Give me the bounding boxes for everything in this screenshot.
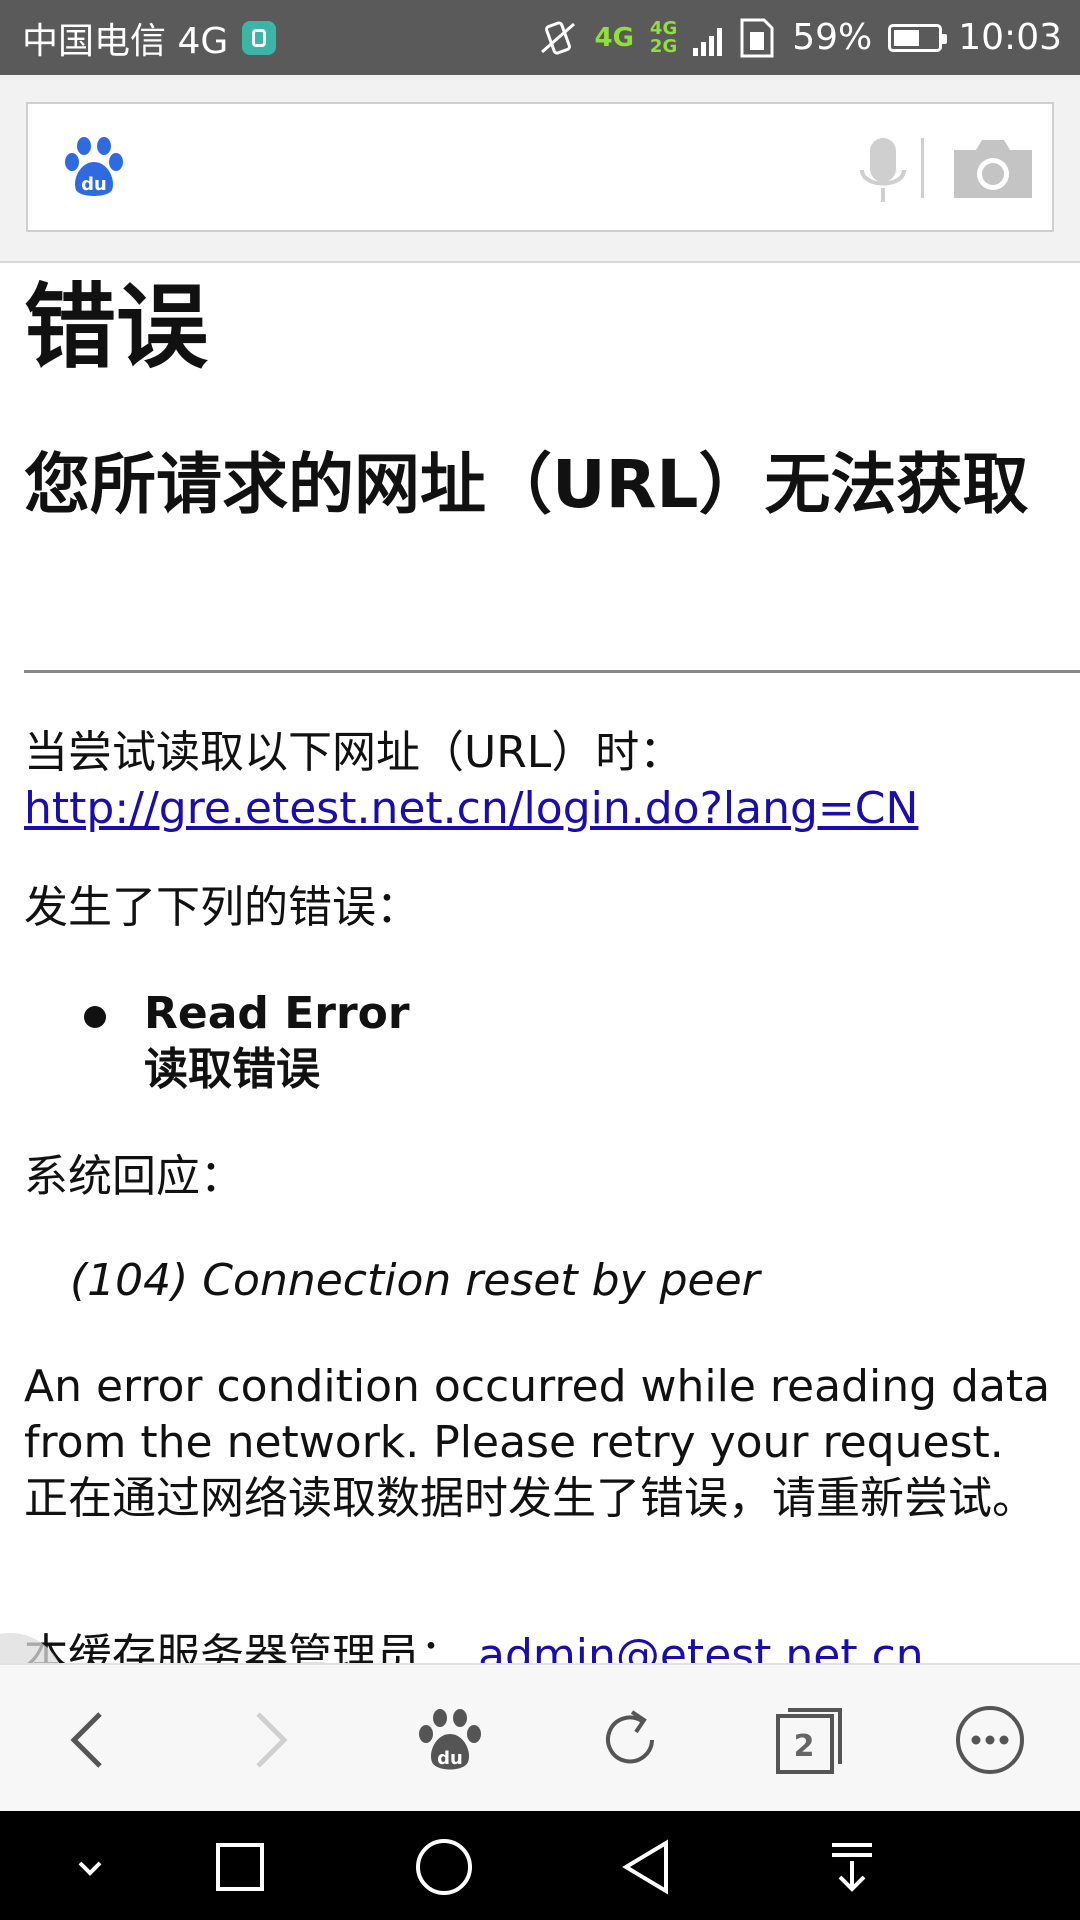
search-divider <box>921 138 924 198</box>
list-item: Read Error 读取错误 <box>144 986 410 1098</box>
network-small-bottom: 2G <box>649 35 678 57</box>
description-cn: 正在通过网络读取数据时发生了错误，请重新尝试。 <box>24 1473 1036 1524</box>
svg-text:du: du <box>81 174 107 195</box>
admin-label: 本缓存服务器管理员： <box>24 1630 464 1663</box>
error-name-cn: 读取错误 <box>144 1044 320 1095</box>
notification-pull-icon[interactable] <box>820 1835 884 1899</box>
error-description: An error condition occurred while readin… <box>24 1359 1064 1527</box>
requested-url-link[interactable]: http://gre.etest.net.cn/login.do?lang=CN <box>24 783 918 834</box>
svg-text:du: du <box>437 1748 463 1769</box>
description-en: An error condition occurred while readin… <box>24 1361 1051 1468</box>
error-intro: 发生了下列的错误： <box>24 882 420 933</box>
baidu-paw-icon[interactable]: du <box>58 132 130 204</box>
status-bar: 中国电信 4G 4G 4G 2G 59% 10:03 <box>0 0 1080 75</box>
page-content: 错误 您所请求的网址（URL）无法获取 当尝试读取以下网址（URL）时： htt… <box>0 263 1080 1663</box>
search-input[interactable]: du <box>26 102 1054 232</box>
baidu-paw-icon[interactable]: du <box>412 1702 488 1778</box>
chevron-down-icon[interactable] <box>58 1835 122 1899</box>
more-icon[interactable] <box>952 1702 1028 1778</box>
refresh-icon[interactable] <box>592 1702 668 1778</box>
signal-icon <box>693 20 723 56</box>
system-response-label: 系统回应： <box>24 1151 244 1202</box>
error-code: (104) Connection reset by peer <box>70 1255 760 1306</box>
network-secondary: 4G 2G <box>649 17 678 57</box>
tabs-button[interactable]: 2 <box>772 1702 848 1778</box>
recents-icon[interactable] <box>208 1835 272 1899</box>
error-name-en: Read Error <box>144 988 410 1039</box>
bullet-icon <box>84 1006 106 1028</box>
browser-toolbar: du 2 <box>0 1663 1080 1811</box>
network-small-top: 4G <box>649 17 678 39</box>
clock: 10:03 <box>958 17 1062 58</box>
back-triangle-icon[interactable] <box>616 1835 680 1899</box>
tabs-count: 2 <box>793 1728 815 1764</box>
notification-icon <box>242 20 277 55</box>
camera-icon[interactable] <box>950 136 1036 202</box>
chevron-left-icon[interactable] <box>52 1702 128 1778</box>
carrier-label: 中国电信 4G <box>22 20 229 62</box>
search-area: du <box>0 75 1080 263</box>
network-4g-label: 4G <box>594 22 634 53</box>
admin-line: 本缓存服务器管理员： admin@etest.net.cn <box>24 1628 1064 1663</box>
admin-email-link[interactable]: admin@etest.net.cn <box>478 1630 924 1663</box>
page-title: 错误 <box>24 274 209 381</box>
system-nav-bar <box>0 1811 1080 1920</box>
divider <box>24 670 1080 673</box>
page-subtitle: 您所请求的网址（URL）无法获取 <box>24 446 1029 523</box>
url-paragraph: 当尝试读取以下网址（URL）时： http://gre.etest.net.cn… <box>24 725 1064 837</box>
home-icon[interactable] <box>412 1835 476 1899</box>
sim-icon <box>740 18 774 57</box>
battery-icon <box>888 23 948 52</box>
battery-percent: 59% <box>792 17 873 58</box>
vibrate-icon <box>541 20 576 55</box>
chevron-right-icon[interactable] <box>232 1702 308 1778</box>
microphone-icon[interactable] <box>848 134 918 210</box>
network-type: 4G <box>594 25 633 51</box>
url-prefix: 当尝试读取以下网址（URL）时： <box>24 727 684 778</box>
